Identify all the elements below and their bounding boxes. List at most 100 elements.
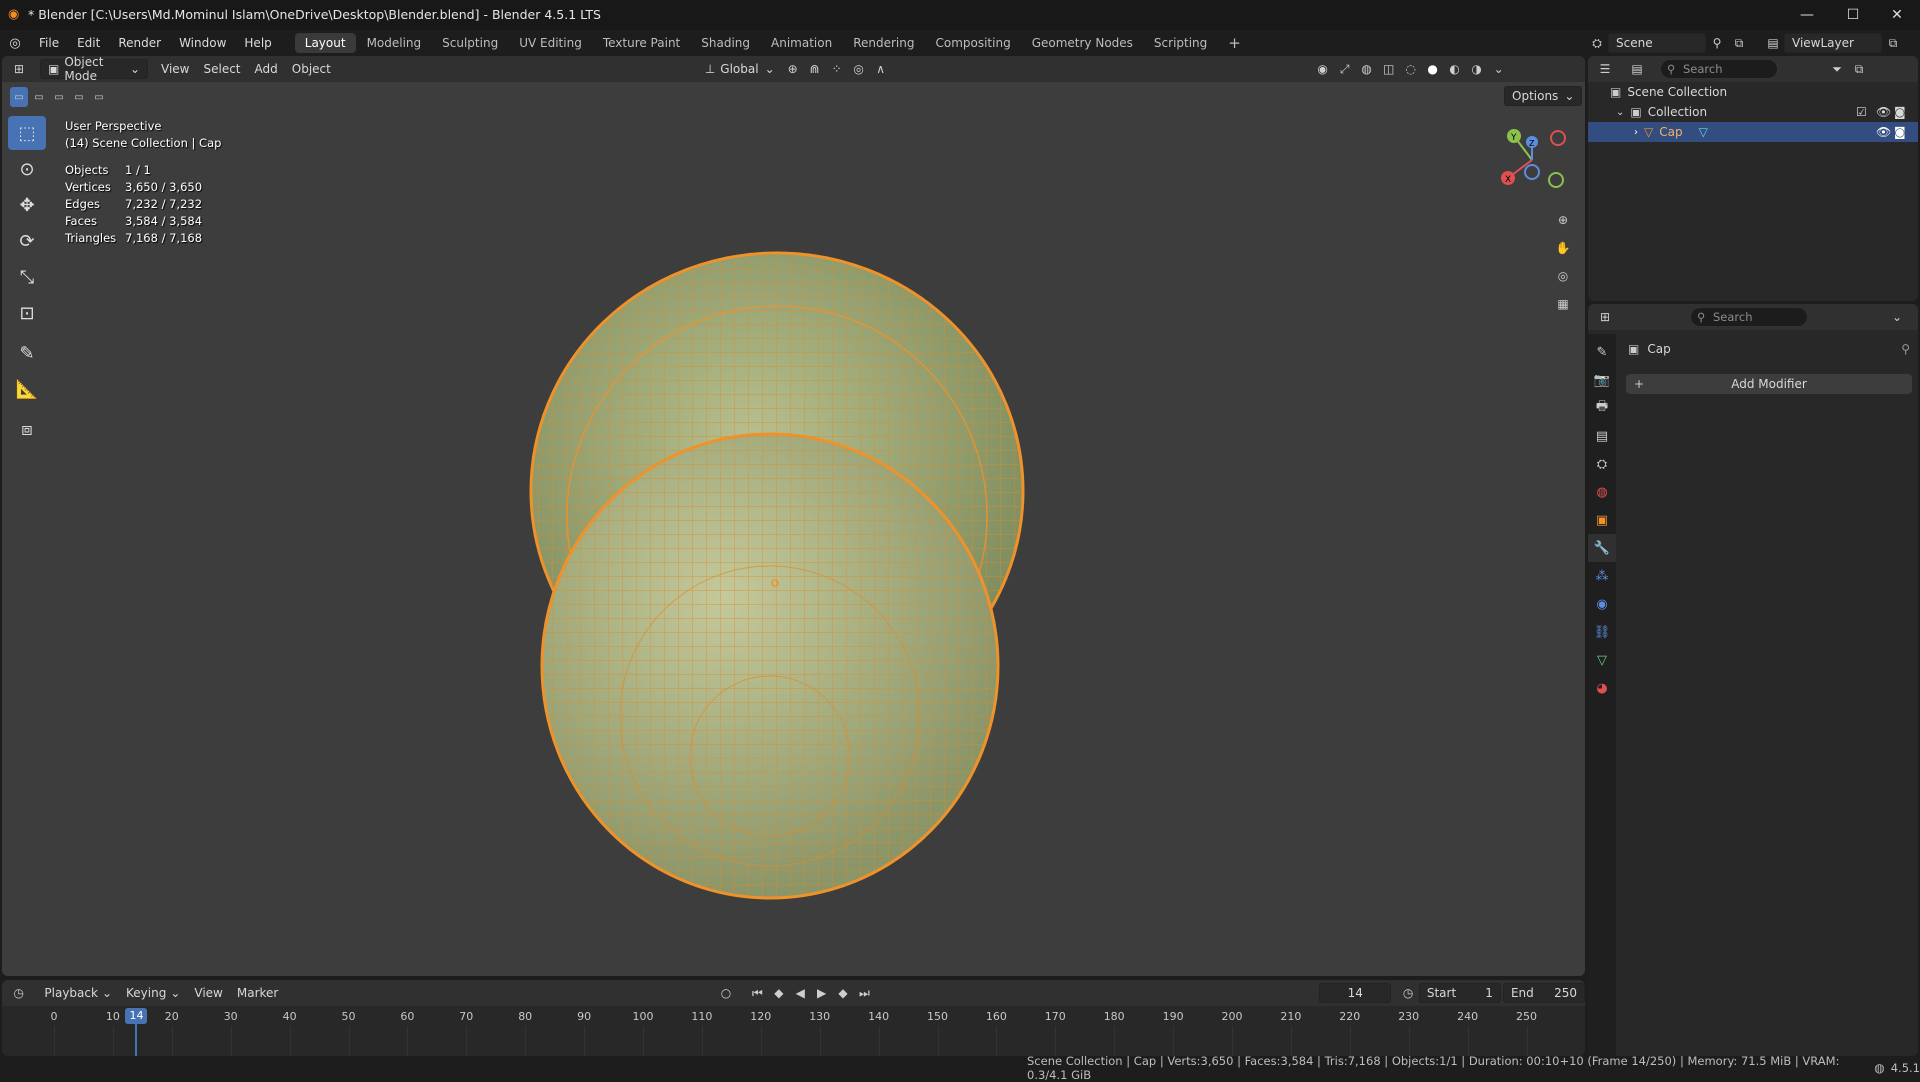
add-cube-tool-icon[interactable]: ⧈: [8, 412, 46, 446]
cap-mesh-object[interactable]: [482, 226, 1082, 936]
scene-field[interactable]: Scene: [1608, 33, 1706, 53]
prev-keyframe-icon[interactable]: ◆: [768, 983, 789, 1003]
measure-tool-icon[interactable]: 📐: [8, 372, 46, 406]
close-button[interactable]: ✕: [1874, 0, 1920, 30]
cursor-tool-icon[interactable]: ⊙: [8, 152, 46, 186]
snap-target-icon[interactable]: ⁘: [826, 59, 848, 79]
next-keyframe-icon[interactable]: ◆: [832, 983, 853, 1003]
menu-view[interactable]: View: [154, 59, 196, 79]
outliner-row-cap[interactable]: › ▽ Cap ▽ 👁 ◙: [1588, 122, 1918, 142]
solid-shading-icon[interactable]: ●: [1422, 59, 1444, 79]
view-layer-icon[interactable]: ▤: [1762, 33, 1784, 53]
navigation-gizmo[interactable]: Y Z X: [1496, 122, 1566, 192]
select-extend-icon[interactable]: ▭: [30, 87, 48, 107]
pan-hand-icon[interactable]: ✋: [1552, 238, 1574, 258]
menu-object[interactable]: Object: [285, 59, 338, 79]
select-new-icon[interactable]: ▭: [10, 87, 28, 107]
add-workspace-icon[interactable]: +: [1218, 33, 1251, 53]
blender-menu-icon[interactable]: ◎: [0, 36, 30, 51]
tab-compositing[interactable]: Compositing: [925, 33, 1020, 53]
annotate-tool-icon[interactable]: ✎: [8, 336, 46, 370]
constraints-tab-icon[interactable]: ⛓: [1588, 618, 1616, 646]
zoom-icon[interactable]: ⊕: [1552, 210, 1574, 230]
modifier-tab-icon[interactable]: 🔧: [1588, 534, 1616, 562]
menu-keying[interactable]: Keying ⌄: [119, 983, 187, 1003]
tab-uv-editing[interactable]: UV Editing: [509, 33, 592, 53]
options-dropdown[interactable]: Options ⌄: [1504, 86, 1583, 106]
data-tab-icon[interactable]: ▽: [1588, 646, 1616, 674]
menu-render[interactable]: Render: [109, 32, 170, 54]
eye-icon[interactable]: 👁: [1876, 105, 1891, 119]
menu-playback[interactable]: Playback ⌄: [37, 983, 119, 1003]
display-mode-icon[interactable]: ▤: [1626, 59, 1648, 79]
start-frame-field[interactable]: Start 1: [1418, 983, 1501, 1003]
menu-edit[interactable]: Edit: [68, 32, 109, 54]
tab-modeling[interactable]: Modeling: [357, 33, 432, 53]
overlay-toggle-icon[interactable]: ◍: [1356, 59, 1378, 79]
camera-view-icon[interactable]: ◎: [1552, 266, 1574, 286]
render-tab-icon[interactable]: 📷: [1588, 366, 1616, 394]
pivot-icon[interactable]: ⊕: [782, 59, 804, 79]
pin-icon[interactable]: ⚲: [1901, 342, 1910, 356]
scene-tab-icon[interactable]: ⛭: [1588, 450, 1616, 478]
tab-shading[interactable]: Shading: [691, 33, 760, 53]
chevron-down-icon[interactable]: ⌄: [1886, 307, 1908, 327]
gizmo-toggle-icon[interactable]: ⤢: [1334, 59, 1356, 79]
view-layer-field[interactable]: ViewLayer: [1784, 33, 1882, 53]
menu-view-timeline[interactable]: View: [187, 983, 229, 1003]
jump-start-icon[interactable]: ⏮: [747, 983, 768, 1003]
playhead[interactable]: 14: [125, 1008, 148, 1024]
transform-orientation-dropdown[interactable]: ⊥ Global ⌄: [698, 59, 782, 79]
current-frame-field[interactable]: 14: [1319, 983, 1392, 1003]
3d-viewport[interactable]: ⊞ ▣ Object Mode ⌄ View Select Add Object …: [2, 56, 1585, 976]
editor-type-icon[interactable]: ⊞: [8, 59, 30, 79]
view-layer-tab-icon[interactable]: ▤: [1588, 422, 1616, 450]
material-tab-icon[interactable]: ◕: [1588, 674, 1616, 702]
tab-sculpting[interactable]: Sculpting: [432, 33, 508, 53]
eye-icon[interactable]: 👁: [1876, 125, 1891, 139]
play-reverse-icon[interactable]: ◀: [790, 983, 811, 1003]
output-tab-icon[interactable]: 🖶: [1588, 394, 1616, 422]
timeline-ruler[interactable]: 0 10 20 30 40 50 60 70 80 90 100 110 120 130 140 150 160…: [2, 1006, 1585, 1056]
rendered-shading-icon[interactable]: ◑: [1466, 59, 1488, 79]
tab-scripting[interactable]: Scripting: [1144, 33, 1217, 53]
tab-animation[interactable]: Animation: [761, 33, 842, 53]
visibility-icon[interactable]: ◉: [1312, 59, 1334, 79]
particles-tab-icon[interactable]: ⁂: [1588, 562, 1616, 590]
falloff-icon[interactable]: ∧: [870, 59, 892, 79]
expand-arrow-icon[interactable]: ⌄: [1616, 107, 1624, 118]
menu-file[interactable]: File: [30, 32, 68, 54]
outliner-row-scene-collection[interactable]: ▣ Scene Collection: [1588, 82, 1918, 102]
world-tab-icon[interactable]: ◍: [1588, 478, 1616, 506]
outliner-row-collection[interactable]: ⌄ ▣ Collection ☑ 👁 ◙: [1588, 102, 1918, 122]
expand-arrow-icon[interactable]: ›: [1634, 127, 1638, 138]
new-collection-icon[interactable]: ⧉: [1848, 59, 1870, 79]
rotate-tool-icon[interactable]: ⟳: [8, 224, 46, 258]
tab-rendering[interactable]: Rendering: [843, 33, 924, 53]
clock-icon[interactable]: ◷: [1397, 983, 1418, 1003]
properties-editor-icon[interactable]: ⊞: [1594, 307, 1616, 327]
add-modifier-button[interactable]: + Add Modifier: [1626, 374, 1912, 394]
new-view-layer-icon[interactable]: ⧉: [1882, 33, 1904, 53]
select-intersect-icon[interactable]: ▭: [90, 87, 108, 107]
menu-marker[interactable]: Marker: [230, 983, 285, 1003]
mesh-data-icon[interactable]: ▽: [1699, 125, 1708, 139]
maximize-button[interactable]: ☐: [1830, 0, 1876, 30]
wireframe-shading-icon[interactable]: ◌: [1400, 59, 1422, 79]
object-tab-icon[interactable]: ▣: [1588, 506, 1616, 534]
auto-keying-icon[interactable]: ○: [715, 983, 736, 1003]
jump-end-icon[interactable]: ⏭: [854, 983, 875, 1003]
menu-select[interactable]: Select: [196, 59, 247, 79]
play-icon[interactable]: ▶: [811, 983, 832, 1003]
select-box-tool-icon[interactable]: ⬚: [8, 116, 46, 150]
perspective-grid-icon[interactable]: ▦: [1552, 294, 1574, 314]
snap-icon[interactable]: ⋒: [804, 59, 826, 79]
physics-tab-icon[interactable]: ◉: [1588, 590, 1616, 618]
mode-dropdown[interactable]: ▣ Object Mode ⌄: [40, 56, 148, 83]
proportional-edit-icon[interactable]: ◎: [848, 59, 870, 79]
scene-icon[interactable]: ⛭: [1586, 33, 1608, 53]
properties-search-input[interactable]: ⚲ Search: [1690, 307, 1808, 327]
xray-icon[interactable]: ◫: [1378, 59, 1400, 79]
outliner-search-input[interactable]: ⚲ Search: [1660, 59, 1778, 79]
checkbox-icon[interactable]: ☑: [1856, 105, 1867, 119]
